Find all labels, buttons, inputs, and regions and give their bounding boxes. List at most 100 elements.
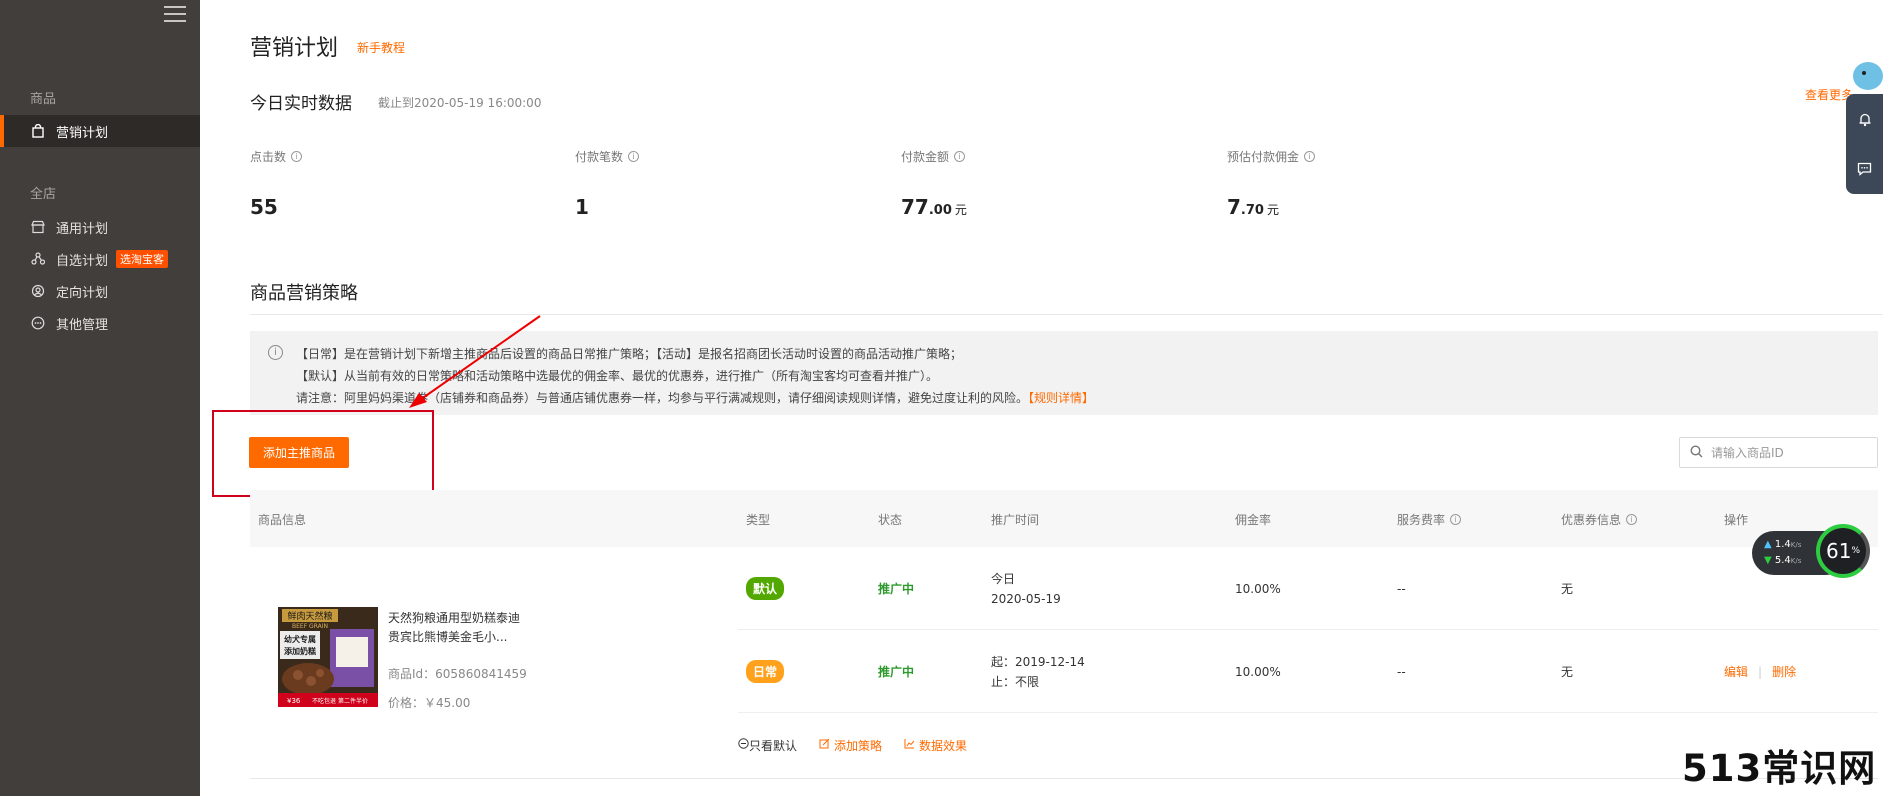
sidebar-item-other-management[interactable]: 其他管理 [0,307,200,339]
th-promo-time: 推广时间 [991,513,1040,527]
stat-estimated-commission: 预估付款佣金 i 7.70 元 [1227,148,1316,219]
stat-label: 预估付款佣金 [1227,150,1300,164]
stat-label: 点击数 [250,150,287,164]
store-icon [30,219,46,235]
edit-icon [819,738,830,752]
floating-toolbar [1846,94,1883,194]
th-service-rate: 服务费率 i [1397,511,1462,528]
product-id: 商品Id：605860841459 [388,667,527,681]
coupon-info: 无 [1561,665,1574,679]
th-operation: 操作 [1724,513,1749,527]
target-user-icon [30,283,46,299]
stat-clicks: 点击数 i 55 [250,148,303,219]
search-icon [1690,443,1703,462]
product-image-slogan-1: 幼犬专属 [284,634,316,644]
promo-time: 今日 2020-05-19 [991,571,1061,606]
strategy-rows: 默认 推广中 今日 2020-05-19 10.00% -- 无 日常 推广中 起… [738,547,1878,713]
product-image-brand-en: BEEF GRAIN [292,623,328,630]
table-header: 商品信息 类型 状态 推广时间 佣金率 服务费率 i 优惠券信息 i 操作 [250,490,1878,547]
cpu-usage-gauge[interactable]: 61% [1816,524,1870,578]
stat-payment-count: 付款笔数 i 1 [575,148,640,219]
coupon-info: 无 [1561,582,1574,596]
product-image-price-tag: ¥36 [287,697,301,705]
delete-link[interactable]: 删除 [1772,663,1796,680]
product-id-search[interactable] [1679,437,1878,468]
sidebar-item-label: 营销计划 [56,125,109,141]
download-speed: ▼ 5.4K/s [1764,555,1802,566]
info-icon[interactable]: i [1450,514,1462,525]
sidebar: 商品 营销计划 全店 通用计划 自选计划 选淘宝客 定向计划 其他管理 [0,0,200,796]
hamburger-menu-icon[interactable] [164,6,186,24]
promo-time: 起：2019-12-14 止：不限 [991,654,1085,689]
commission-rate: 10.00% [1235,581,1281,596]
info-icon[interactable]: i [291,151,303,162]
add-strategy-link[interactable]: 添加策略 [819,737,882,754]
only-default-toggle[interactable]: 只看默认 [738,737,797,754]
sidebar-item-targeted-plan[interactable]: 定向计划 [0,275,200,307]
chat-icon[interactable] [1846,144,1883,194]
stat-label: 付款笔数 [575,150,624,164]
th-commission: 佣金率 [1235,513,1272,527]
product-image-strip: 不吃包退 第二件半价 [312,697,368,705]
minus-circle-icon [738,738,749,752]
status-text: 推广中 [878,665,915,679]
sidebar-item-label: 自选计划 [56,253,109,269]
site-watermark: 513常识网 [1682,747,1877,790]
arrow-down-icon: ▼ [1764,555,1772,566]
stat-label: 付款金额 [901,150,950,164]
info-icon[interactable]: i [954,151,966,162]
stat-value: 7.70 元 [1227,195,1279,219]
type-tag: 默认 [746,577,785,600]
status-text: 推广中 [878,582,915,596]
th-product-info: 商品信息 [258,513,307,527]
product-name[interactable]: 天然狗粮通用型奶糕泰迪贵宾比熊博美金毛小... [388,609,528,647]
add-featured-product-button[interactable]: 添加主推商品 [249,437,349,468]
service-rate: -- [1397,581,1406,596]
info-icon: i [268,345,283,360]
product-image-brand: 鲜肉天然粮 [287,610,332,622]
info-icon[interactable]: i [1304,151,1316,162]
sidebar-item-marketing-plan[interactable]: 营销计划 [0,115,200,147]
type-tag: 日常 [746,660,785,683]
tutorial-link[interactable]: 新手教程 [357,39,405,56]
stat-value: 55 [250,195,278,219]
th-status: 状态 [878,513,903,527]
share-nodes-icon [30,251,46,267]
search-input[interactable] [1711,445,1861,460]
divider [250,778,1878,779]
service-rate: -- [1397,664,1406,679]
main-content: 营销计划 新手教程 今日实时数据 截止到2020-05-19 16:00:00 … [200,0,1883,796]
info-icon[interactable]: i [1626,514,1638,525]
line-chart-icon [904,738,915,752]
sidebar-item-label: 通用计划 [56,221,109,237]
bell-icon[interactable] [1846,94,1883,144]
stat-value: 77.00 元 [901,195,967,219]
stat-payment-amount: 付款金额 i 77.00 元 [901,148,967,219]
sidebar-section-goods: 商品 [30,92,57,107]
strategy-title: 商品营销策略 [250,283,358,304]
info-icon[interactable]: i [628,151,640,162]
table-row: 默认 推广中 今日 2020-05-19 10.00% -- 无 [738,547,1878,630]
sidebar-item-self-select-plan[interactable]: 自选计划 选淘宝客 [0,243,200,275]
product-image[interactable]: 鲜肉天然粮 BEEF GRAIN 幼犬专属 添加奶糕 ¥36 不吃包退 第二件半… [278,607,378,707]
table-row: 日常 推广中 起：2019-12-14 止：不限 10.00% -- 无 编辑 | 删… [738,630,1878,713]
edit-link[interactable]: 编辑 [1724,663,1748,680]
stat-value: 1 [575,195,589,219]
mascot-elephant-icon[interactable] [1846,58,1883,92]
th-coupon-info: 优惠券信息 i [1561,511,1638,528]
more-circle-icon [30,315,46,331]
page-title: 营销计划 [250,36,339,61]
bag-icon [30,123,46,139]
sidebar-section-store: 全店 [30,187,57,202]
sidebar-item-label: 定向计划 [56,285,109,301]
arrow-up-icon: ▲ [1764,539,1772,550]
data-effect-link[interactable]: 数据效果 [904,737,967,754]
sidebar-item-general-plan[interactable]: 通用计划 [0,211,200,243]
sidebar-item-label: 其他管理 [56,317,109,333]
row-operations: 编辑 | 删除 [1724,663,1797,680]
rules-detail-link[interactable]: 【规则详情】 [1028,391,1094,405]
sidebar-badge: 选淘宝客 [116,250,169,268]
realtime-data-title: 今日实时数据 [250,94,352,114]
product-price: 价格：￥45.00 [388,696,471,710]
realtime-cutoff-note: 截止到2020-05-19 16:00:00 [378,96,542,110]
